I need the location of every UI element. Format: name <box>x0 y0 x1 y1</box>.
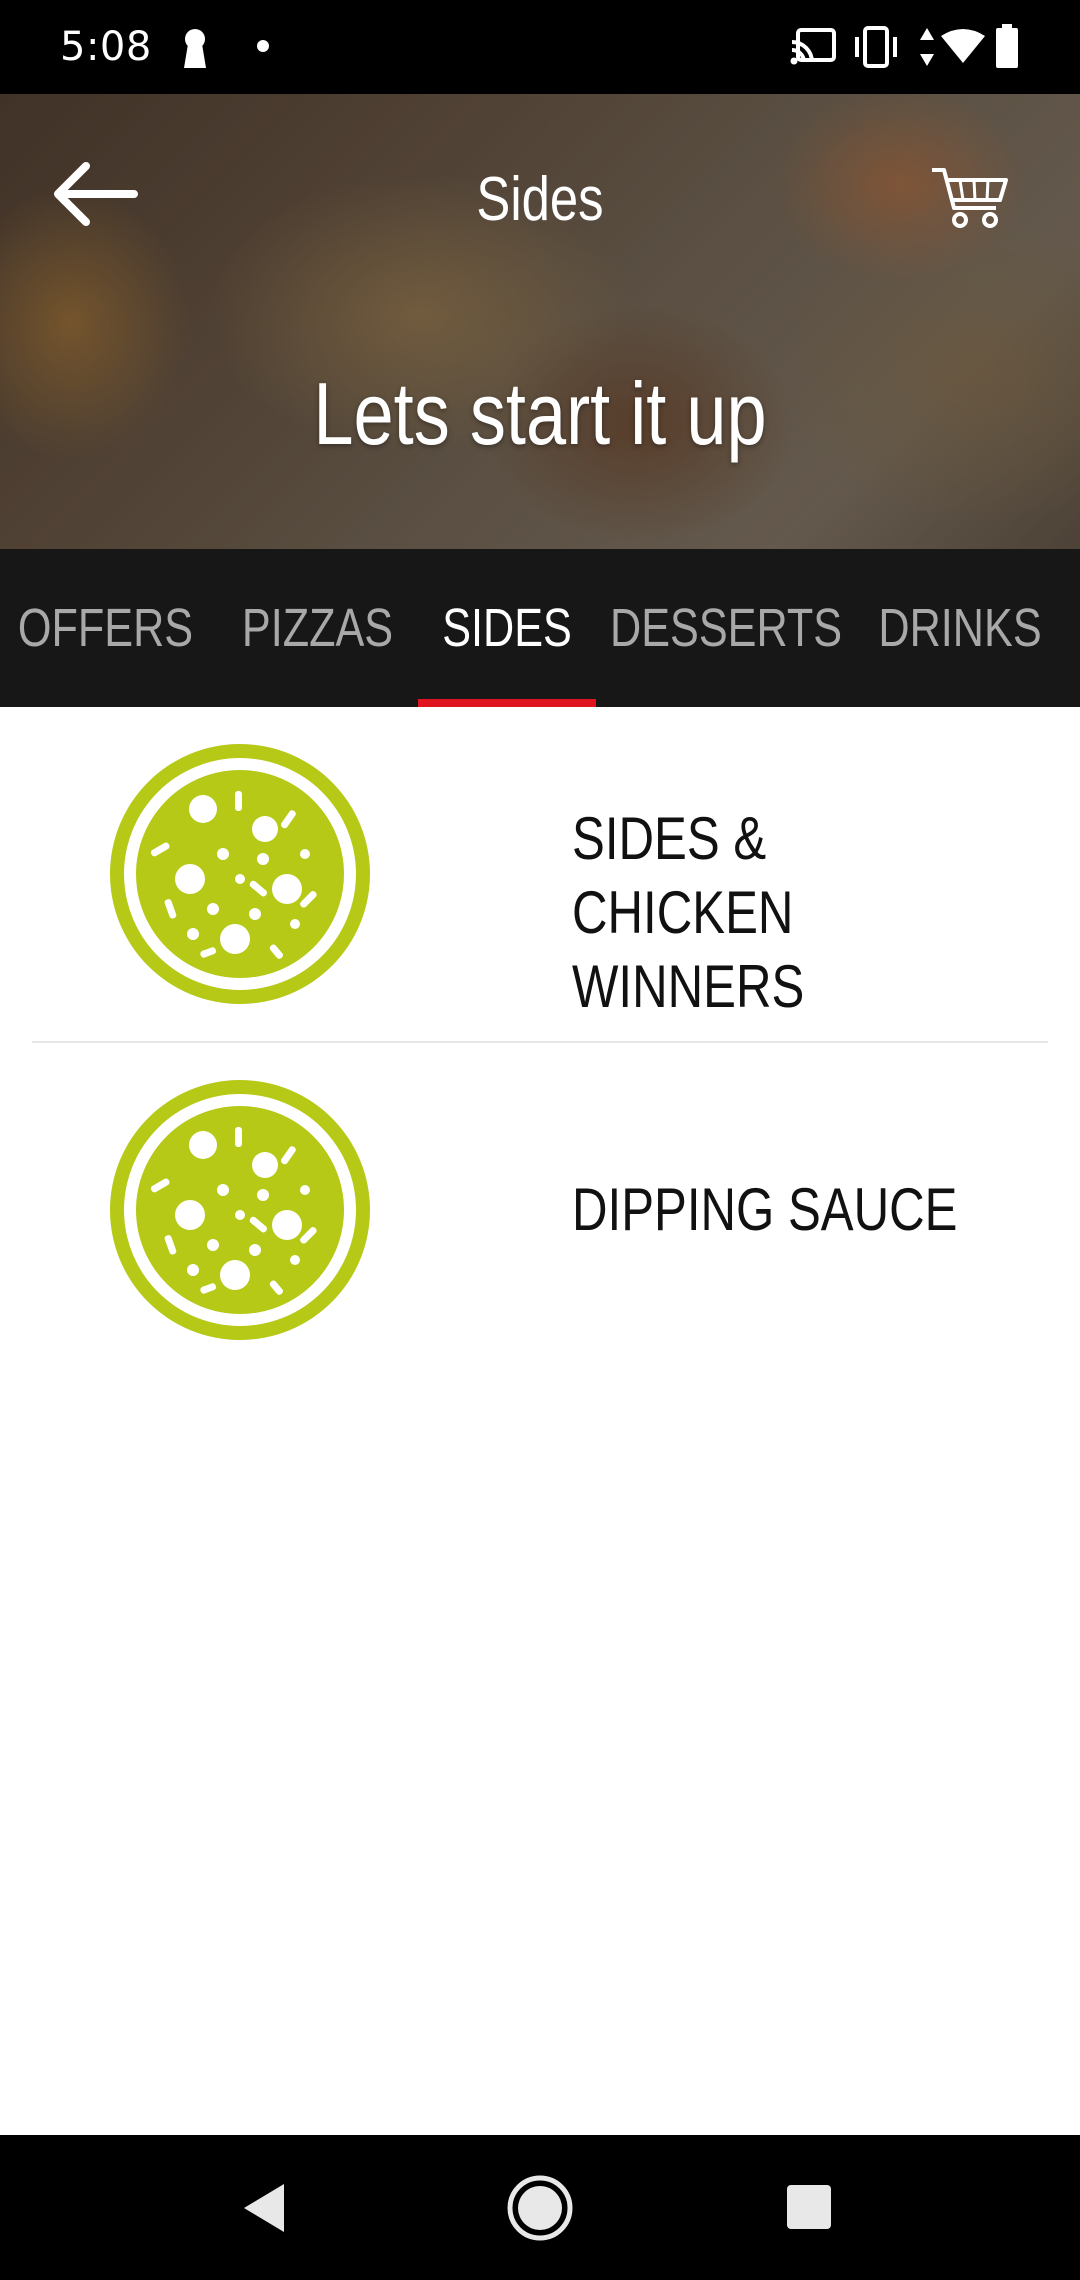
data-arrows-icon <box>920 28 934 66</box>
pizza-icon <box>110 744 370 1004</box>
banner-overlay <box>0 94 1080 549</box>
status-time: 5:08 <box>60 24 152 70</box>
battery-icon <box>996 24 1018 68</box>
category-tabs: OFFERS PIZZAS SIDES DESSERTS DRINKS <box>0 549 1080 707</box>
page-title: Sides <box>476 165 604 234</box>
cart-button[interactable] <box>930 164 1010 234</box>
cast-icon <box>790 28 836 65</box>
tab-offers[interactable]: OFFERS <box>0 549 210 707</box>
list-item-sides-chicken-winners[interactable]: SIDES & CHICKEN WINNERS <box>0 707 1080 1043</box>
system-nav-bar <box>0 2135 1080 2280</box>
pizza-icon <box>110 1080 370 1340</box>
back-triangle-icon[interactable] <box>240 2180 290 2236</box>
list-item-label: DIPPING SAUCE <box>572 1176 958 1243</box>
tab-pizzas[interactable]: PIZZAS <box>215 549 420 707</box>
screen: 5:08 Sides Lets start it up OFFERS PIZZA… <box>0 0 1080 2280</box>
recents-square-icon[interactable] <box>785 2183 833 2231</box>
tab-desserts[interactable]: DESSERTS <box>606 549 846 707</box>
home-circle-icon[interactable] <box>505 2173 575 2243</box>
vibrate-icon <box>855 26 897 68</box>
notification-dot-icon <box>257 40 269 52</box>
header-banner: Sides Lets start it up <box>0 94 1080 549</box>
tab-sides[interactable]: SIDES <box>418 549 596 707</box>
banner-tagline: Lets start it up <box>313 364 767 463</box>
keyhole-icon <box>184 29 206 68</box>
tab-drinks[interactable]: DRINKS <box>860 549 1060 707</box>
wifi-icon <box>941 29 985 63</box>
list-item-dipping-sauce[interactable]: DIPPING SAUCE <box>0 1043 1080 1378</box>
status-bar: 5:08 <box>0 0 1080 94</box>
list-item-label: SIDES & CHICKEN WINNERS <box>572 805 805 1020</box>
cart-icon <box>932 168 1008 228</box>
active-tab-indicator <box>418 699 596 707</box>
